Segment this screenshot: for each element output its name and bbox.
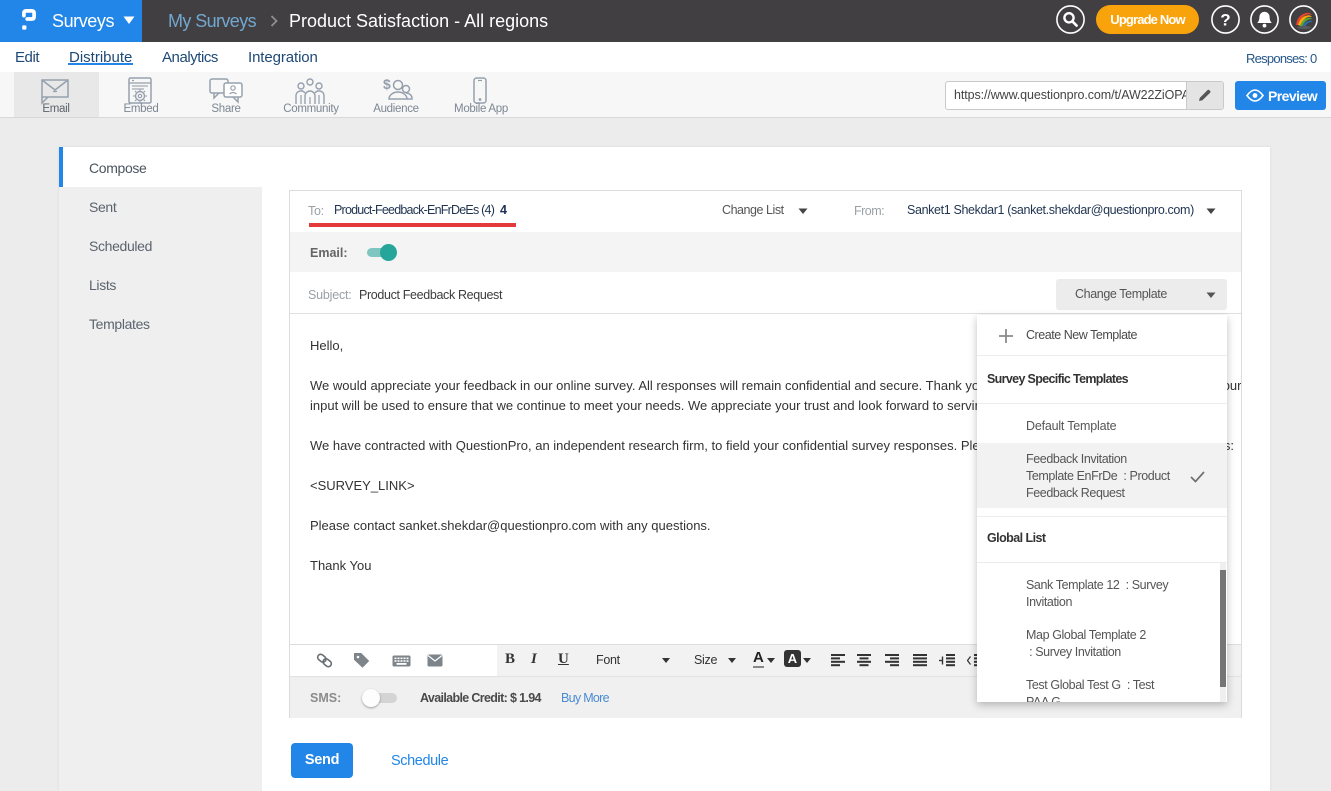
svg-text:?: ?: [1220, 11, 1230, 30]
svg-text:$: $: [383, 77, 391, 92]
